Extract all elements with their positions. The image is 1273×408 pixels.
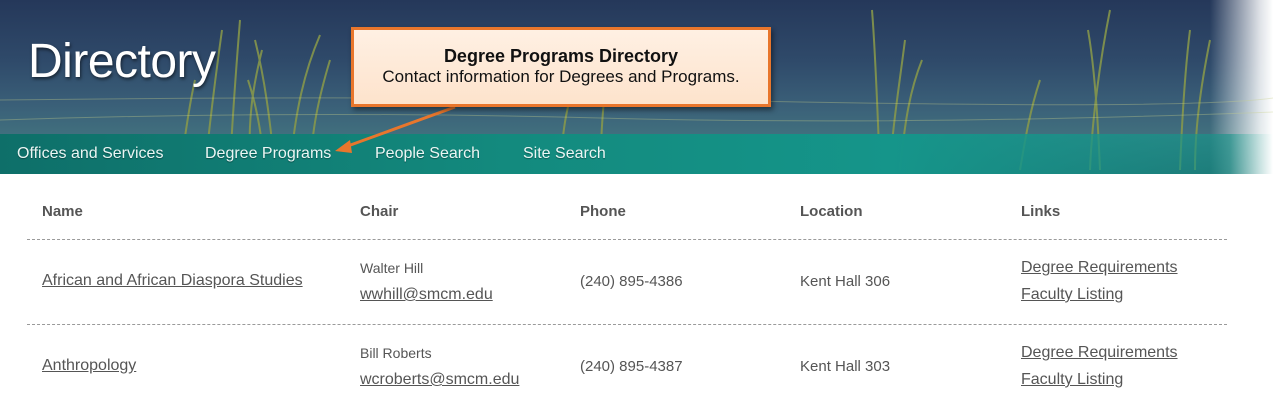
column-header-chair: Chair [360, 203, 399, 220]
nav-item-degree-programs[interactable]: Degree Programs [205, 145, 331, 163]
callout-title: Degree Programs Directory [443, 46, 679, 66]
row-divider [27, 324, 1227, 325]
location: Kent Hall 306 [800, 273, 891, 290]
nav-item-site-search[interactable]: Site Search [523, 145, 606, 163]
page-title: Directory [28, 35, 216, 88]
callout-body: Contact information for Degrees and Prog… [382, 67, 740, 86]
faculty-listing-link[interactable]: Faculty Listing [1021, 371, 1123, 389]
column-header-location: Location [800, 203, 863, 220]
row-divider [27, 239, 1227, 240]
nav-item-people-search[interactable]: People Search [375, 145, 480, 163]
chair-name: Bill Roberts [360, 345, 432, 361]
chair-email-link[interactable]: wwhill@smcm.edu [360, 286, 493, 304]
program-name-link[interactable]: African and African Diaspora Studies [42, 272, 303, 290]
nav-item-offices-and-services[interactable]: Offices and Services [17, 145, 163, 163]
column-header-name: Name [42, 203, 83, 220]
annotation-callout: Degree Programs Directory Contact inform… [351, 27, 771, 107]
chair-name: Walter Hill [360, 260, 424, 276]
main-nav: Offices and Services Degree Programs Peo… [0, 134, 1273, 174]
column-header-links: Links [1021, 203, 1061, 220]
faculty-listing-link[interactable]: Faculty Listing [1021, 286, 1123, 304]
column-header-phone: Phone [580, 203, 626, 220]
location: Kent Hall 303 [800, 358, 891, 375]
phone-number: (240) 895-4386 [580, 273, 683, 290]
phone-number: (240) 895-4387 [580, 358, 683, 375]
degree-requirements-link[interactable]: Degree Requirements [1021, 259, 1178, 277]
chair-email-link[interactable]: wcroberts@smcm.edu [360, 371, 519, 389]
degree-requirements-link[interactable]: Degree Requirements [1021, 344, 1178, 362]
program-name-link[interactable]: Anthropology [42, 357, 136, 375]
